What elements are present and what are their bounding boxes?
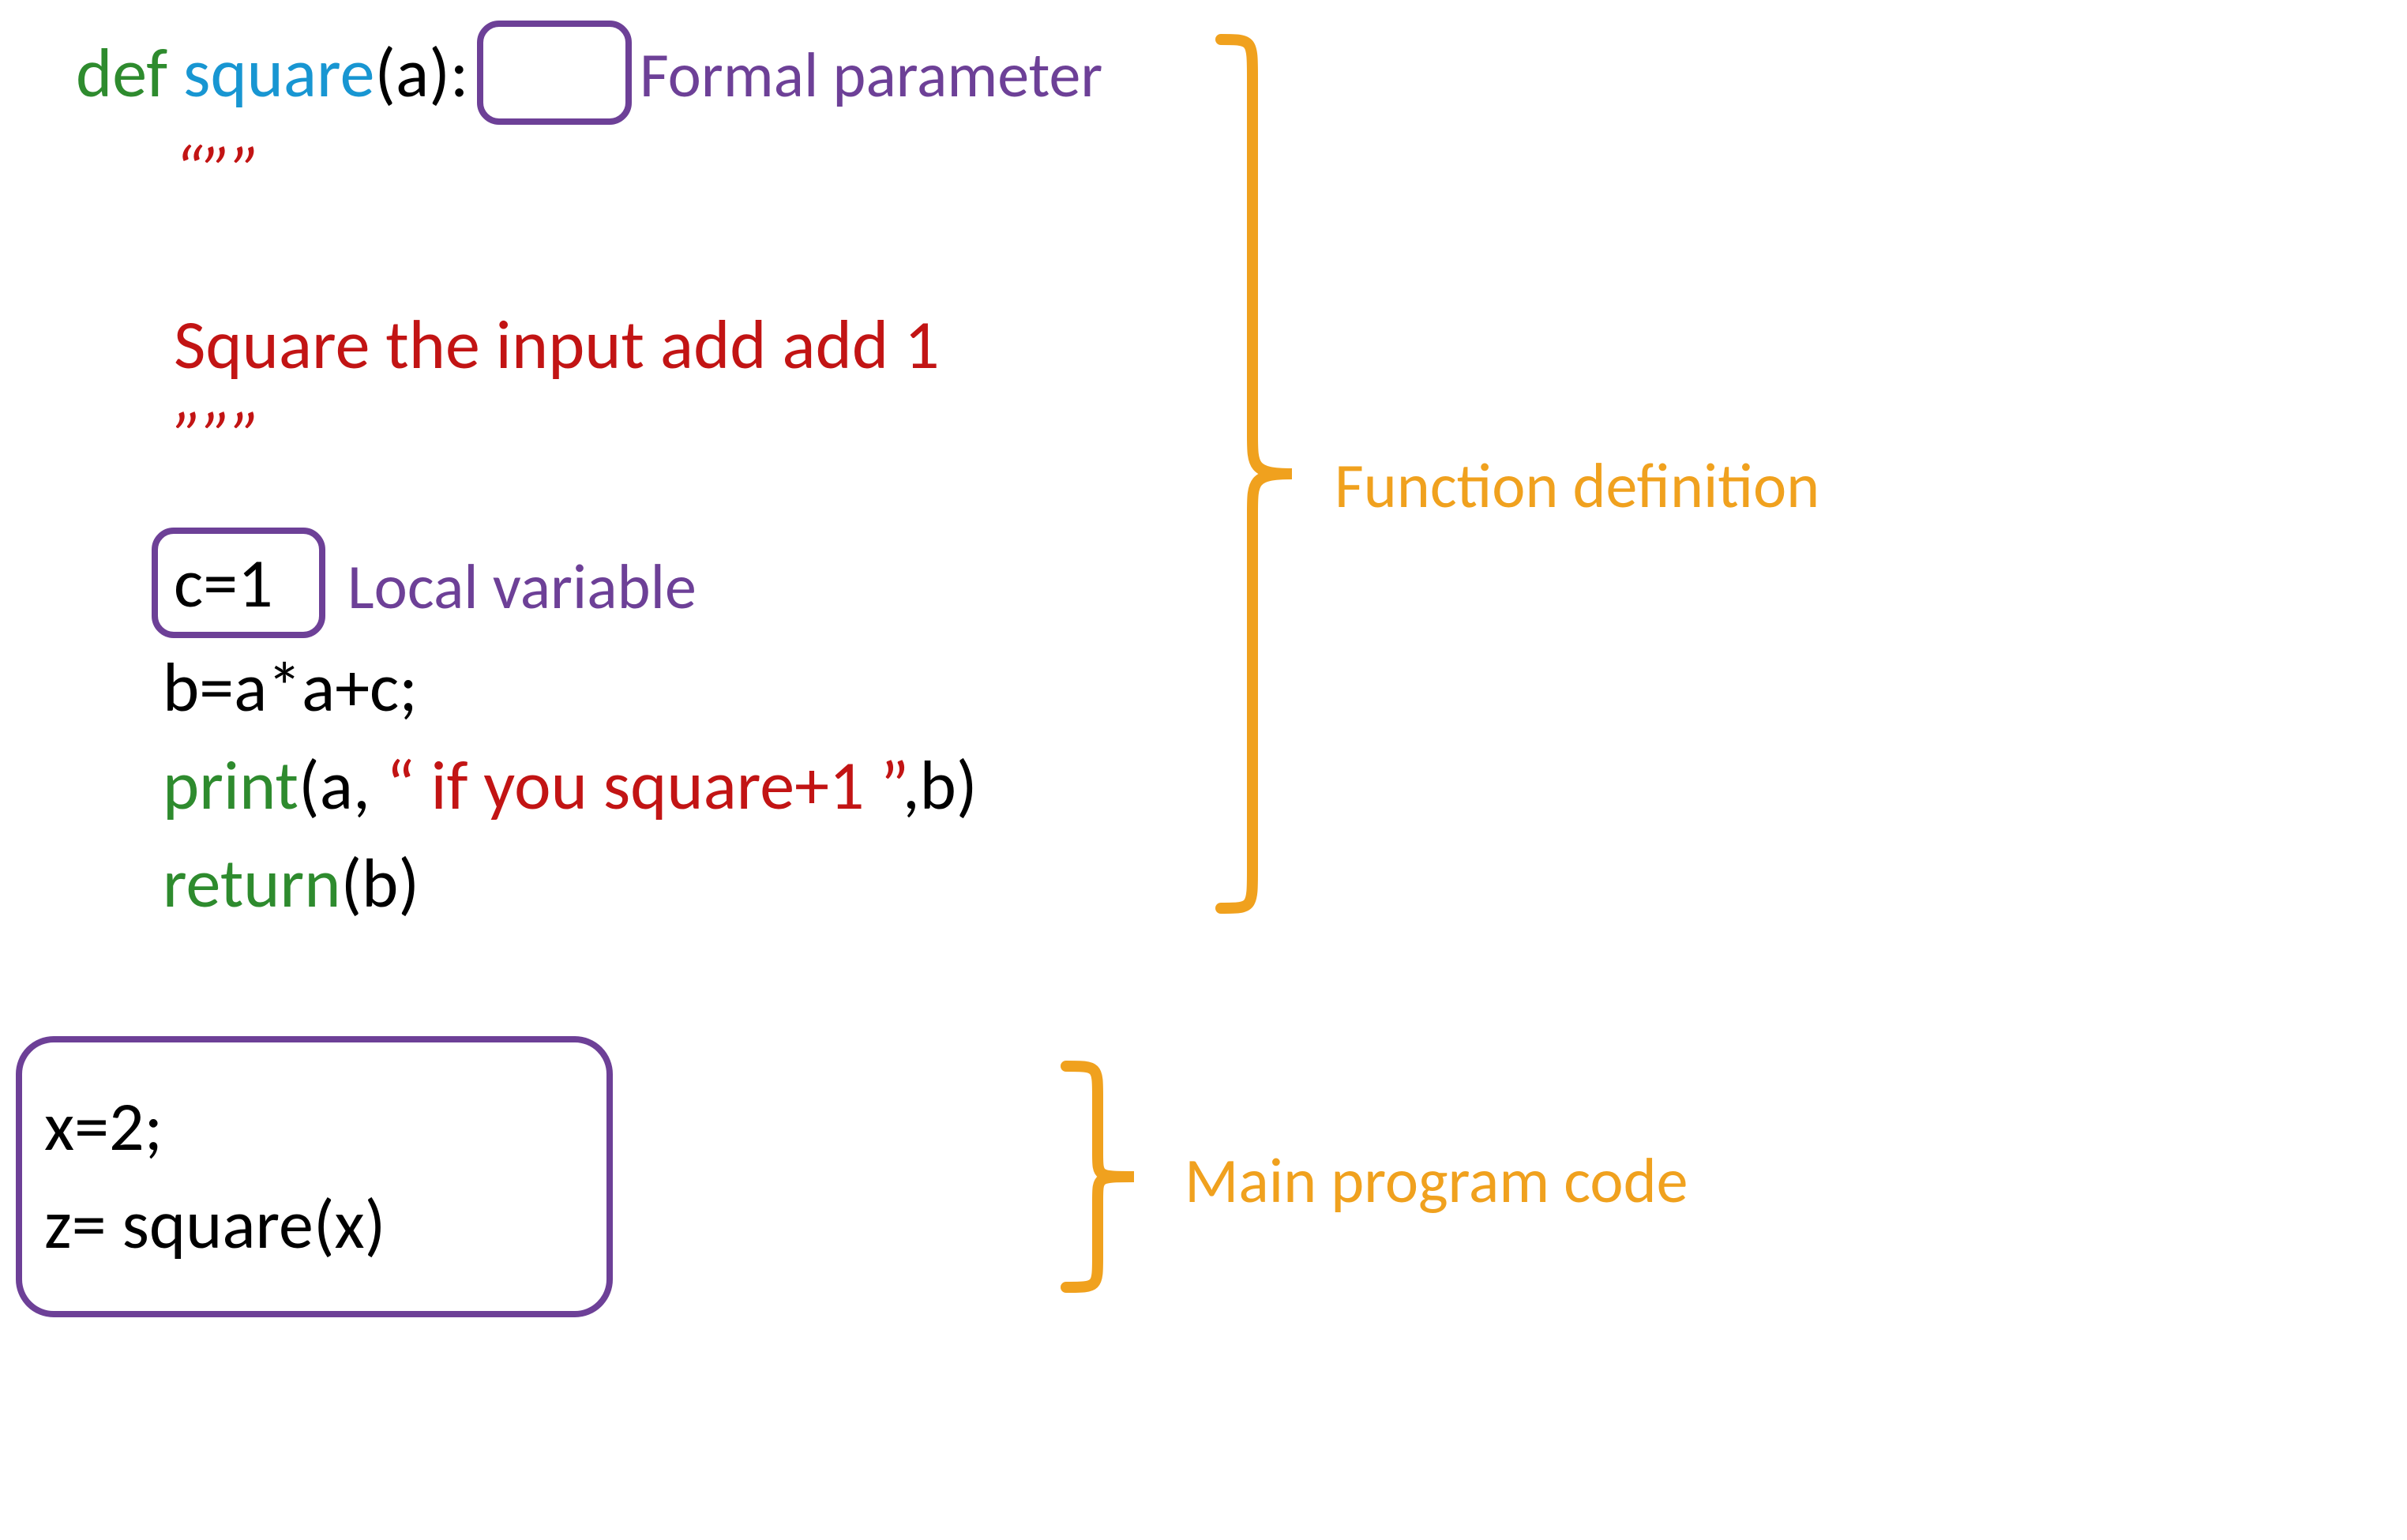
print-rest1: (a, (299, 742, 386, 828)
print-str: “ if you square+1 ” (386, 742, 903, 828)
kw-print: print (163, 742, 299, 828)
func-name: square (167, 30, 374, 115)
doc-open: “”” (174, 134, 261, 207)
doc-close: ””” (174, 400, 261, 472)
label-main-prog: Main program code (1185, 1147, 1688, 1216)
box-main-program (16, 1036, 613, 1317)
return-rest: (b) (340, 840, 419, 926)
line-return: return(b) (163, 847, 419, 919)
line-main2: z= square(x) (44, 1188, 385, 1260)
box-local-variable (152, 528, 325, 638)
print-rest2: ,b) (903, 742, 978, 828)
colon: : (450, 30, 469, 115)
brace-main-prog (1058, 1058, 1153, 1295)
kw-return: return (163, 840, 340, 926)
line-main1: x=2; (44, 1090, 163, 1163)
line-def: def square(a): (76, 36, 468, 109)
doc-body: Square the input add add 1 (174, 308, 940, 381)
label-formal-parameter: Formal parameter (640, 41, 1102, 111)
line-print: print(a, “ if you square+1 ”,b) (163, 749, 978, 821)
kw-def: def (76, 30, 167, 115)
brace-func-def (1213, 32, 1308, 916)
diagram-slide: def square(a): Formal parameter “”” Squa… (0, 0, 2407, 1540)
label-local-variable: Local variable (347, 553, 697, 622)
box-formal-parameter (477, 21, 632, 125)
line-body: b=a*a+c; (163, 651, 418, 723)
label-func-def: Function definition (1335, 452, 1819, 521)
param-a: (a) (374, 30, 450, 115)
